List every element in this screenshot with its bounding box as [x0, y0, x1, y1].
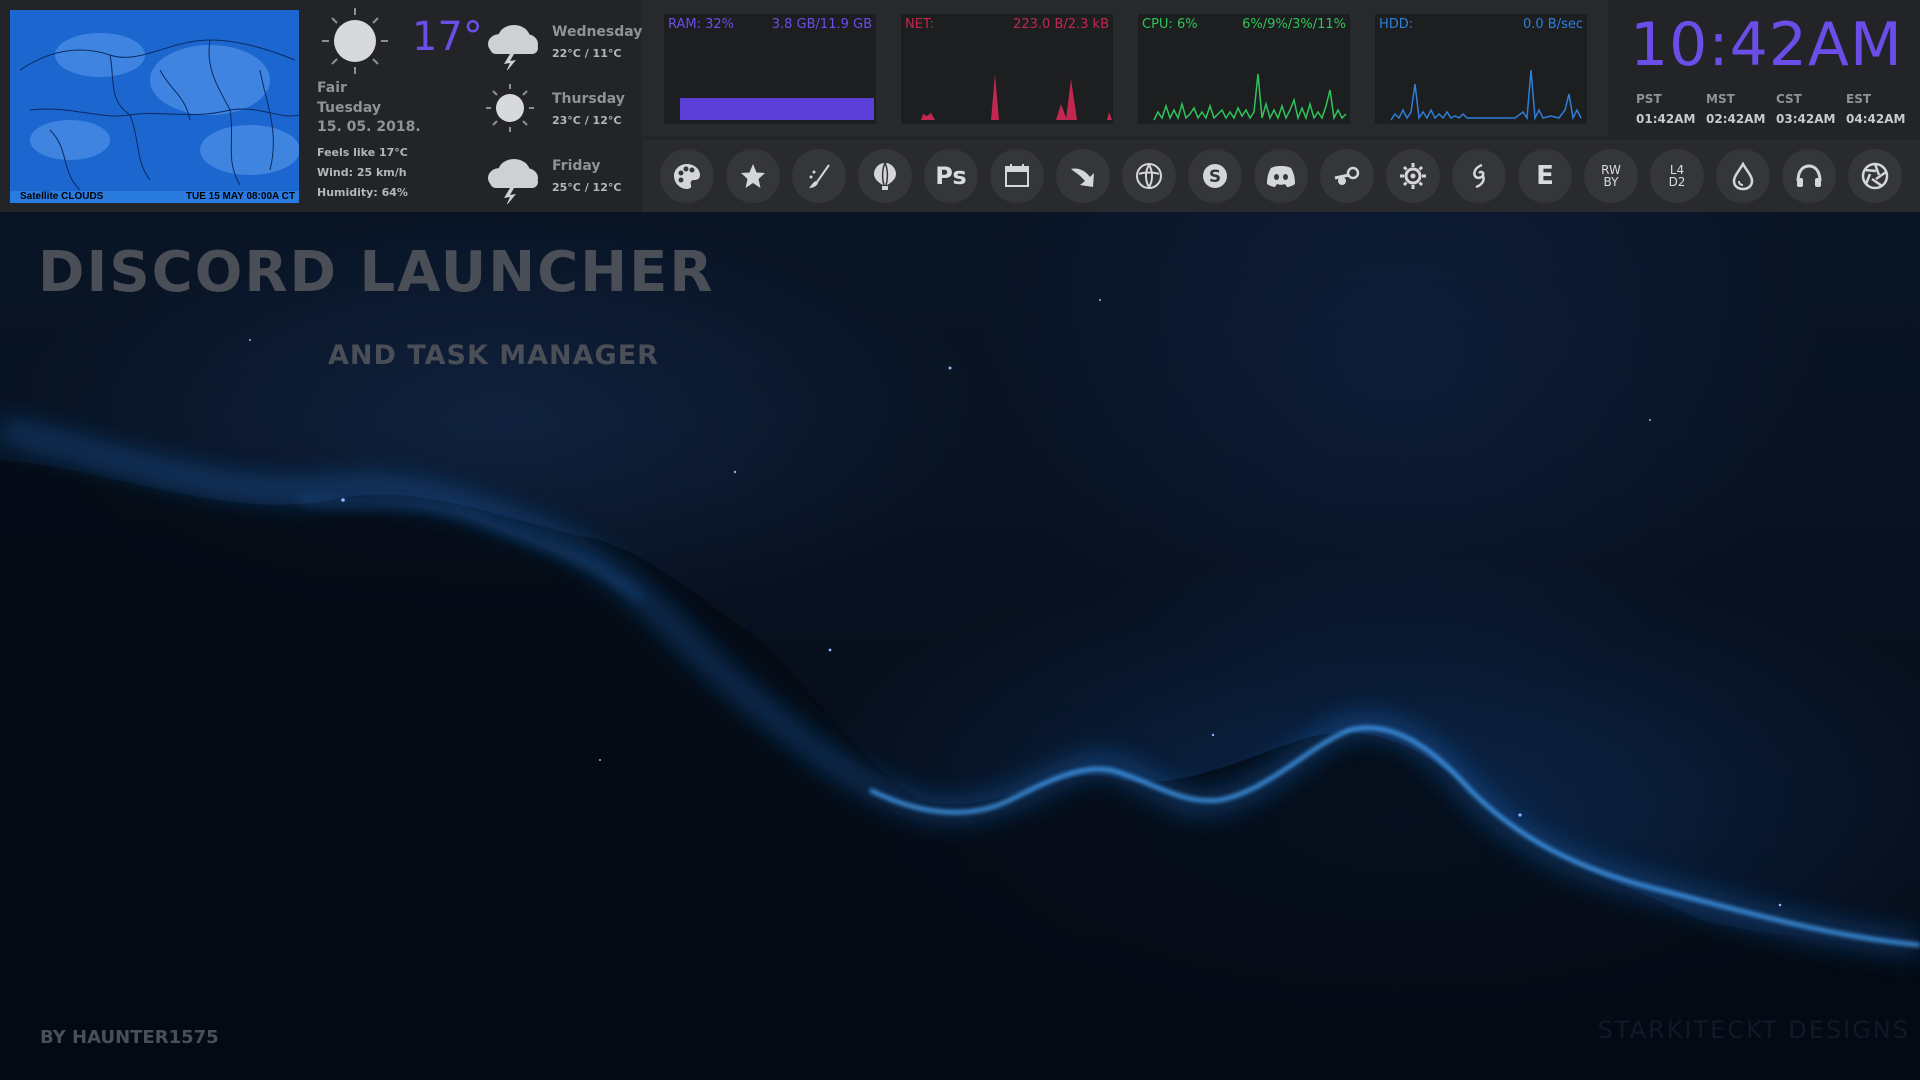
calendar-icon — [1005, 164, 1029, 187]
dock-app-browser[interactable] — [1122, 149, 1176, 203]
weather-condition: Fair — [317, 80, 347, 96]
browser-icon — [1136, 163, 1162, 189]
discord-icon — [1267, 166, 1295, 187]
current-weather: 17° Fair Tuesday 15. 05. 2018. Feels lik… — [317, 6, 483, 206]
balloon-icon — [874, 162, 896, 190]
feels-like: Feels like 17°C — [317, 146, 408, 159]
dock-app-drop[interactable] — [1716, 149, 1770, 203]
palette-icon — [674, 164, 700, 189]
star-icon — [741, 164, 765, 188]
forecast-day-3: Friday 25°C / 12°C — [480, 148, 640, 210]
forecast-temps: 22°C / 11°C — [552, 47, 622, 60]
dock-app-photoshop[interactable]: Ps — [924, 149, 978, 203]
forecast-day-2: Thursday 23°C / 12°C — [480, 81, 640, 143]
forecast-temps: 25°C / 12°C — [552, 181, 622, 194]
dock-app-headphones[interactable] — [1782, 149, 1836, 203]
forecast-day-1: Wednesday 22°C / 11°C — [480, 14, 643, 76]
timezone-time: 03:42AM — [1776, 112, 1836, 126]
forecast-day-name: Friday — [552, 158, 601, 174]
dock-app-star[interactable] — [726, 149, 780, 203]
aperture-icon — [1861, 162, 1889, 190]
satellite-clouds-image — [10, 10, 299, 203]
photoshop-icon: Ps — [935, 162, 967, 190]
l4d2-icon: L4 D2 — [1668, 163, 1686, 189]
cpu-graph — [1153, 73, 1347, 121]
current-temperature: 17° — [412, 14, 483, 60]
dock-app-spiral[interactable] — [1452, 149, 1506, 203]
rwby-icon: RW BY — [1601, 163, 1621, 189]
storm-cloud-icon — [488, 159, 538, 204]
dock-app-balloon[interactable] — [858, 149, 912, 203]
top-bar: Satellite CLOUDS TUE 15 MAY 08:00A CT 17… — [0, 0, 1920, 212]
headphones-icon — [1796, 164, 1822, 187]
swoosh-icon — [1071, 168, 1094, 187]
clock-time: 10:42AM — [1630, 10, 1903, 80]
humidity: Humidity: 64% — [317, 186, 408, 199]
brush-icon — [809, 164, 830, 188]
timezone-time: 01:42AM — [1636, 112, 1696, 126]
dock-app-l4d2[interactable]: L4 D2 — [1650, 149, 1704, 203]
timezone-time: 04:42AM — [1846, 112, 1906, 126]
timezone-name: EST — [1846, 92, 1872, 106]
wind-speed: Wind: 25 km/h — [317, 166, 407, 179]
satellite-caption: Satellite CLOUDS — [20, 191, 104, 202]
dock-app-skype[interactable]: S — [1188, 149, 1242, 203]
timezone-est: EST 04:42AM — [1846, 92, 1916, 126]
weather-day: Tuesday — [317, 100, 381, 116]
ram-usage-bar — [680, 98, 874, 120]
timezone-name: MST — [1706, 92, 1735, 106]
forecast-day-name: Thursday — [552, 91, 625, 107]
epic-icon: E — [1536, 161, 1554, 191]
cpu-monitor: CPU: 6% 6%/9%/3%/11% — [1138, 14, 1350, 124]
skype-icon: S — [1203, 164, 1227, 188]
steam-icon — [1334, 166, 1360, 185]
storm-cloud-icon — [488, 25, 538, 70]
dock-app-epic[interactable]: E — [1518, 149, 1572, 203]
sun-icon — [486, 84, 534, 132]
dock-app-steam[interactable] — [1320, 149, 1374, 203]
timezone-mst: MST 02:42AM — [1706, 92, 1776, 126]
satellite-map[interactable]: Satellite CLOUDS TUE 15 MAY 08:00A CT — [10, 10, 299, 203]
dock-app-palette[interactable] — [660, 149, 714, 203]
weather-date: 15. 05. 2018. — [317, 119, 421, 135]
wallpaper-watermark: STARKITECKT DESIGNS — [1597, 1016, 1910, 1044]
drop-icon — [1732, 161, 1754, 191]
net-monitor: NET: 223.0 B/2.3 kB — [901, 14, 1113, 124]
ram-monitor: RAM: 32% 3.8 GB/11.9 GB — [664, 14, 876, 124]
clock-panel: 10:42AM PST 01:42AM MST 02:42AM CST 03:4… — [1608, 0, 1920, 140]
sun-icon — [322, 8, 388, 74]
wallpaper-byline: BY HAUNTER1575 — [40, 1027, 219, 1048]
wallpaper-subtitle: AND TASK MANAGER — [328, 340, 659, 371]
app-dock: Ps S E RW BY L4 D2 — [642, 140, 1920, 212]
timezone-time: 02:42AM — [1706, 112, 1766, 126]
desktop: Satellite CLOUDS TUE 15 MAY 08:00A CT 17… — [0, 0, 1920, 1080]
forecast-day-name: Wednesday — [552, 24, 643, 40]
dock-app-swoosh[interactable] — [1056, 149, 1110, 203]
dock-app-rwby[interactable]: RW BY — [1584, 149, 1638, 203]
satellite-timestamp: TUE 15 MAY 08:00A CT — [185, 191, 295, 202]
dock-app-gear[interactable] — [1386, 149, 1440, 203]
dock-app-brush[interactable] — [792, 149, 846, 203]
forecast-temps: 23°C / 12°C — [552, 114, 622, 127]
timezone-pst: PST 01:42AM — [1636, 92, 1706, 126]
gear-sun-icon — [1400, 163, 1426, 189]
timezone-name: PST — [1636, 92, 1662, 106]
dock-app-discord[interactable] — [1254, 149, 1308, 203]
net-graph — [921, 74, 1112, 120]
dock-app-aperture[interactable] — [1848, 149, 1902, 203]
wallpaper-title: DISCORD LAUNCHER — [38, 240, 715, 305]
hdd-graph — [1390, 69, 1582, 121]
dock-app-calendar[interactable] — [990, 149, 1044, 203]
svg-text:S: S — [1209, 167, 1221, 187]
hdd-monitor: HDD: 0.0 B/sec — [1375, 14, 1587, 124]
timezone-cst: CST 03:42AM — [1776, 92, 1846, 126]
spiral-icon — [1473, 163, 1485, 189]
timezone-name: CST — [1776, 92, 1802, 106]
system-monitors: RAM: 32% 3.8 GB/11.9 GB NET: 223.0 B/2.3… — [642, 0, 1608, 136]
